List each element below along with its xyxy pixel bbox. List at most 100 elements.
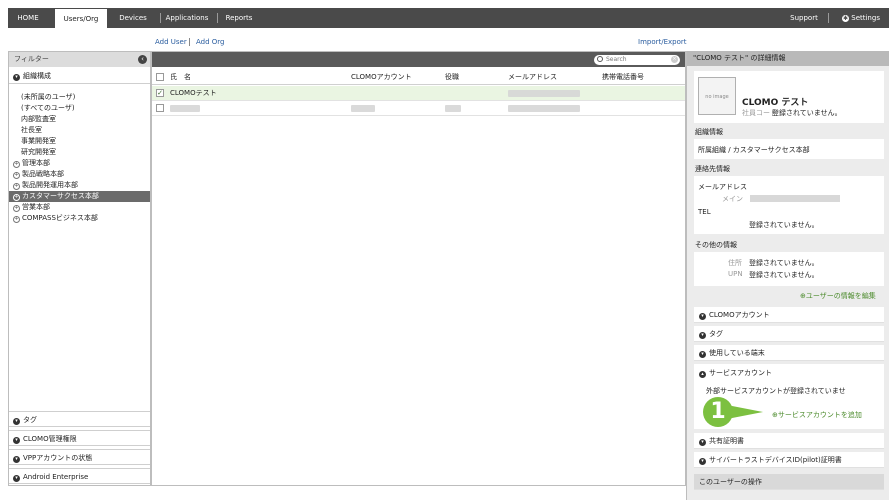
org-group-label: 製品開発運用本部 [22,181,78,189]
list-toolbar: Search × [152,52,685,67]
import-export-link[interactable]: Import/Export [638,38,687,46]
add-user-link[interactable]: Add User [155,38,187,46]
section-user-actions[interactable]: このユーザーの操作 [694,474,884,490]
top-navigation-bar: HOME Users/Org Devices Applications Repo… [8,8,889,29]
add-service-account-label: サービスアカウントを追加 [777,411,862,419]
section-devices[interactable]: ▾ 使用している端末 [694,345,884,361]
chevron-down-icon: ▾ [13,437,20,444]
edit-user-info-link[interactable]: ⊕ユーザーの情報を編集 [800,291,876,301]
org-item-all-users[interactable]: (すべてのユーザ) [21,103,75,114]
org-group-product-dev[interactable]: + 製品開発運用本部 [13,180,78,191]
collapse-left-icon[interactable]: ‹ [138,55,147,64]
plus-icon: + [13,216,20,223]
support-link[interactable]: Support [784,8,824,28]
column-email[interactable]: メールアドレス [508,70,557,85]
app-root: HOME Users/Org Devices Applications Repo… [0,0,889,500]
chevron-down-icon: ▾ [699,313,706,320]
chevron-down-icon: ▾ [699,332,706,339]
tab-users-org[interactable]: Users/Org [55,9,107,29]
tab-reports[interactable]: Reports [221,8,257,28]
table-row[interactable]: ✓ CLOMOテスト [152,86,685,101]
address-label: 住所 [728,259,742,267]
filter-section-label: Android Enterprise [23,473,89,481]
plus-icon: + [13,161,20,168]
chevron-down-icon: ▾ [699,439,706,446]
redacted-email [750,195,840,202]
plus-icon: + [13,172,20,179]
column-clomo-account[interactable]: CLOMOアカウント [351,70,412,85]
filter-section-android[interactable]: ▾ Android Enterprise [9,468,150,484]
org-item-internal-audit[interactable]: 内部監査室 [21,114,56,125]
org-info-title: 組織情報 [695,128,723,136]
avatar-placeholder: no image [705,94,729,100]
tab-applications[interactable]: Applications [163,8,211,28]
row-checkbox[interactable]: ✓ [156,89,164,97]
add-service-account-link[interactable]: ⊕サービスアカウントを追加 [772,410,862,420]
table-row[interactable] [152,101,685,116]
org-group-product-strategy[interactable]: + 製品戦略本部 [13,169,64,180]
chevron-down-icon: ▾ [699,351,706,358]
filter-section-vpp[interactable]: ▾ VPPアカウントの状態 [9,449,150,465]
org-label: 所属組織 / カスタマーサクセス本部 [698,146,810,154]
avatar: no image [698,77,736,115]
org-info-card: 所属組織 / カスタマーサクセス本部 [694,139,884,159]
org-group-compass[interactable]: + COMPASSビジネス本部 [13,213,98,224]
search-icon [597,56,603,62]
tab-home[interactable]: HOME [8,8,48,28]
column-name[interactable]: 氏 名 [170,70,191,85]
filter-title: フィルター [14,55,49,63]
org-group-sales[interactable]: + 営業本部 [13,202,50,213]
row-name: CLOMOテスト [170,89,217,97]
section-shared-cert[interactable]: ▾ 共有証明書 [694,433,884,449]
column-mobile[interactable]: 携帯電話番号 [602,70,644,85]
section-clomo-account[interactable]: ▾ CLOMOアカウント [694,307,884,323]
search-input[interactable]: Search × [594,55,680,65]
org-item-business-dev[interactable]: 事業開発室 [21,136,56,147]
org-group-label: カスタマーサクセス本部 [22,192,99,200]
org-group-customer-success[interactable]: + カスタマーサクセス本部 [9,191,150,202]
redacted-account [351,105,375,112]
settings-label: Settings [851,14,880,22]
org-item-research-dev[interactable]: 研究開発室 [21,147,56,158]
org-group-label: 営業本部 [22,203,50,211]
row-checkbox[interactable] [156,104,164,112]
select-all-checkbox[interactable] [156,73,164,81]
step-callout-badge: 1 [703,397,733,427]
column-title[interactable]: 役職 [445,70,459,85]
plus-icon: + [13,194,20,201]
redacted-title [445,105,461,112]
org-section-header[interactable]: ▾ 組織構成 [9,68,150,84]
org-group-admin[interactable]: + 管理本部 [13,158,50,169]
filter-section-label: タグ [23,416,37,424]
section-label: CLOMOアカウント [709,311,770,319]
tel-label: TEL [698,208,711,216]
org-item-unassigned[interactable]: (未所属のユーザ) [21,92,75,103]
filter-panel: フィルター ‹ ▾ 組織構成 (未所属のユーザ) (すべてのユーザ) 内部監査室 … [8,51,151,486]
section-label: 使用している端末 [709,349,765,357]
expand-icon: ▾ [13,74,20,81]
redacted-email [508,105,580,112]
section-label: 共有証明書 [709,437,744,445]
filter-section-clomo-admin[interactable]: ▾ CLOMO管理権限 [9,430,150,446]
detail-panel: "CLOMO テスト" の詳細情報 no image CLOMO テスト 社員コ… [686,51,889,500]
settings-link[interactable]: ✱ Settings [836,8,886,28]
edit-user-info-label: ユーザーの情報を編集 [805,292,876,300]
section-tag[interactable]: ▾ タグ [694,326,884,342]
filter-section-tag[interactable]: ▾ タグ [9,411,150,427]
section-cybertrust-cert[interactable]: ▾ サイバートラストデバイスID(pilot)証明書 [694,452,884,468]
clear-icon[interactable]: × [671,56,678,63]
upn-label: UPN [728,270,743,278]
filter-section-label: CLOMO管理権限 [23,435,77,443]
plus-icon: + [13,183,20,190]
org-item-president-office[interactable]: 社長室 [21,125,42,136]
search-placeholder: Search [606,56,627,63]
service-account-header[interactable]: ▴ サービスアカウント [699,368,772,378]
add-org-link[interactable]: Add Org [196,38,225,46]
section-label: タグ [709,330,723,338]
user-list-panel: Search × 氏 名 CLOMOアカウント 役職 メールアドレス 携帯電話番… [151,51,686,486]
plus-icon: + [13,205,20,212]
mail-label: メールアドレス [698,183,747,191]
tab-devices[interactable]: Devices [114,8,152,28]
upn-value: 登録されていません。 [749,271,819,279]
tel-value: 登録されていません。 [749,221,819,229]
